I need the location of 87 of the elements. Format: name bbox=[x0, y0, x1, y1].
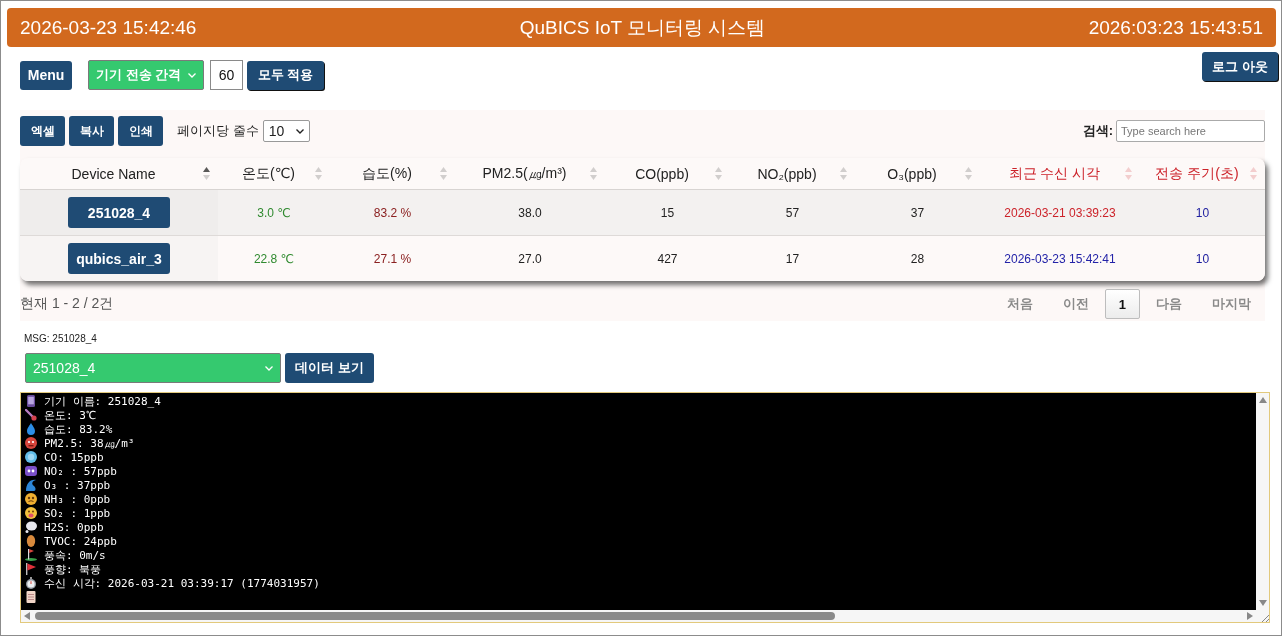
table-cell: 83.2 % bbox=[330, 189, 455, 236]
table-info-text: 현재 1 - 2 / 2건 bbox=[20, 295, 114, 313]
caret-icon bbox=[265, 365, 273, 371]
vertical-scrollbar[interactable] bbox=[1256, 393, 1269, 610]
scrollbar-thumb[interactable] bbox=[35, 612, 835, 620]
table-cell: 57 bbox=[730, 189, 855, 236]
scroll-down-icon[interactable] bbox=[1258, 600, 1267, 606]
export-button[interactable]: 복사 bbox=[69, 116, 114, 146]
table-cell: 2026-03-21 03:39:23 bbox=[980, 189, 1140, 236]
caret-icon bbox=[188, 72, 196, 78]
phone-icon bbox=[25, 395, 37, 407]
interval-input[interactable]: 60 bbox=[210, 60, 243, 90]
app-title: QuBICS IoT 모니터링 시스템 bbox=[519, 15, 766, 40]
table-cell: 38.0 bbox=[455, 189, 605, 236]
logout-button[interactable]: 로그 아웃 bbox=[1202, 52, 1278, 81]
log-text: H2S: 0ppb bbox=[44, 520, 104, 534]
memo-icon bbox=[25, 591, 37, 603]
log-text: NH₃ : 0ppb bbox=[44, 492, 111, 506]
horizontal-scrollbar[interactable] bbox=[21, 610, 1256, 622]
table-cell: 427 bbox=[605, 235, 730, 281]
column-header[interactable]: 전송 주기(초) bbox=[1144, 164, 1250, 183]
log-text: CO: 15ppb bbox=[44, 450, 104, 464]
table-cell: 37 bbox=[855, 189, 980, 236]
log-text: 풍속: 0m/s bbox=[44, 547, 106, 563]
table-cell: 17 bbox=[730, 235, 855, 281]
wave-icon bbox=[25, 479, 37, 491]
pagination-button[interactable]: 1 bbox=[1104, 289, 1140, 319]
search-field[interactable]: Type search here bbox=[1116, 120, 1265, 142]
stopwatch-icon bbox=[25, 577, 37, 589]
search-label: 검색: bbox=[1082, 122, 1113, 140]
page-length-label: 페이지당 줄수 bbox=[177, 122, 259, 140]
sort-icon[interactable] bbox=[203, 167, 210, 180]
table-cell: 3.0 ℃ bbox=[218, 189, 330, 236]
scroll-up-icon[interactable] bbox=[1258, 397, 1267, 403]
thermometer-icon bbox=[25, 409, 37, 421]
scroll-left-icon[interactable] bbox=[24, 612, 30, 620]
log-text: 온도: 3℃ bbox=[44, 407, 96, 423]
menu-button[interactable]: Menu bbox=[20, 60, 72, 90]
column-header[interactable]: 온도(℃) bbox=[222, 164, 315, 183]
monster-face-icon bbox=[25, 465, 37, 477]
column-header[interactable]: O₃(ppb) bbox=[859, 165, 965, 182]
log-text: 풍향: 북풍 bbox=[44, 561, 102, 577]
column-header[interactable]: CO(ppb) bbox=[609, 165, 715, 182]
export-button[interactable]: 인쇄 bbox=[118, 116, 163, 146]
column-header[interactable]: Device Name bbox=[24, 165, 203, 182]
table-cell: 2026-03-23 15:42:41 bbox=[980, 235, 1140, 281]
angry-face-icon bbox=[25, 437, 37, 449]
column-header[interactable]: PM2.5(㎍/m³) bbox=[459, 164, 590, 183]
view-data-button[interactable]: 데이터 보기 bbox=[285, 353, 374, 383]
log-text: PM2.5: 38㎍/m³ bbox=[44, 435, 135, 451]
client-time-text: 2026-03-23 15:42:46 bbox=[20, 16, 197, 39]
apply-all-button[interactable]: 모두 적용 bbox=[247, 60, 324, 90]
table-cell: 10 bbox=[1140, 189, 1265, 236]
page-length-select[interactable]: 10 bbox=[262, 120, 310, 142]
table-cell: 27.1 % bbox=[330, 235, 455, 281]
table-cell: 22.8 ℃ bbox=[218, 235, 330, 281]
table-cell: 10 bbox=[1140, 235, 1265, 281]
log-textarea[interactable]: 기기 이름: 251028_4 온도: 3℃ 습도: 83.2% PM2.5: 38㎍/m³ CO: 15ppb NO₂ : 57ppb O₃ : 37ppb NH₃ : 0ppb SO₂ : 1ppb H2S: 0ppb TVOC: 24ppb 풍속: 0m/s 풍향: 북풍 수신 시각: 2026-03-21 03:39:17 (1774031957) bbox=[20, 392, 1270, 623]
flag-icon bbox=[25, 563, 37, 575]
server-time-text: 2026:03:23 15:43:51 bbox=[1088, 16, 1263, 39]
egg-icon bbox=[25, 535, 37, 547]
log-text: SO₂ : 1ppb bbox=[44, 506, 111, 520]
golf-flag-icon bbox=[25, 549, 37, 561]
column-header[interactable]: 습도(%) bbox=[334, 164, 440, 183]
table-cell: 28 bbox=[855, 235, 980, 281]
resize-grip-icon[interactable] bbox=[1261, 614, 1269, 622]
table-cell: 27.0 bbox=[455, 235, 605, 281]
log-text: TVOC: 24ppb bbox=[44, 534, 117, 548]
log-text: 습도: 83.2% bbox=[44, 421, 113, 437]
silly-face-icon bbox=[25, 507, 37, 519]
device-button[interactable]: qubics_air_3 bbox=[68, 243, 170, 274]
device-button[interactable]: 251028_4 bbox=[68, 197, 170, 228]
column-header[interactable]: 최근 수신 시각 bbox=[984, 164, 1125, 183]
log-text: O₃ : 37ppb bbox=[44, 478, 111, 492]
thought-bubble-icon bbox=[25, 521, 37, 533]
caret-icon bbox=[295, 128, 304, 134]
export-button[interactable]: 엑셀 bbox=[20, 116, 65, 146]
log-text: NO₂ : 57ppb bbox=[44, 464, 117, 478]
scroll-right-icon[interactable] bbox=[1247, 612, 1253, 620]
column-header[interactable]: NO₂(ppb) bbox=[734, 165, 840, 182]
log-text: 수신 시각: 2026-03-21 03:39:17 (1774031957) bbox=[44, 575, 320, 591]
message-label: MSG: 251028_4 bbox=[24, 333, 98, 345]
face-icon bbox=[25, 493, 37, 505]
table-cell: 15 bbox=[605, 189, 730, 236]
bubble-icon bbox=[25, 451, 37, 463]
droplet-icon bbox=[25, 423, 37, 435]
log-text: 기기 이름: 251028_4 bbox=[44, 393, 161, 409]
